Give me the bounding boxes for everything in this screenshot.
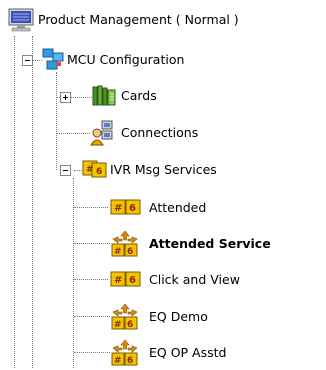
svg-text:6: 6 — [127, 356, 133, 366]
connections-icon — [90, 120, 116, 149]
tree-node-label: IVR Msg Services — [110, 162, 217, 177]
tree-node-eq-demo[interactable]: # 6 EQ Demo — [0, 303, 326, 330]
tree-node-label: Attended — [149, 200, 207, 215]
tree-node-label: Attended Service — [149, 236, 271, 251]
tree-node-cards[interactable]: Cards — [0, 84, 326, 110]
svg-text:#: # — [114, 203, 122, 214]
tree-node-click-and-view[interactable]: # 6 Click and View — [0, 267, 326, 293]
ivr-service-icon: # 6 — [110, 271, 142, 290]
svg-text:#: # — [86, 165, 94, 175]
tree-node-label: MCU Configuration — [67, 52, 185, 67]
tree-node-label: EQ OP Asstd — [149, 345, 227, 360]
svg-text:#: # — [114, 275, 122, 286]
tree-node-connections[interactable]: Connections — [0, 120, 326, 146]
tree-node-label: Click and View — [149, 272, 240, 287]
tree-node-label: Connections — [121, 125, 199, 140]
ivr-services-icon: # 6 — [82, 159, 108, 182]
svg-text:6: 6 — [127, 320, 133, 330]
tree-node-attended[interactable]: # 6 Attended — [0, 195, 326, 221]
svg-text:6: 6 — [129, 203, 136, 214]
ivr-default-service-icon: # 6 — [110, 303, 140, 334]
ivr-default-service-icon: # 6 — [110, 230, 140, 261]
tree-node-label: Cards — [121, 88, 157, 103]
svg-text:#: # — [114, 320, 122, 330]
cards-icon — [92, 84, 116, 111]
tree-node-attended-service[interactable]: # 6 Attended Service — [0, 230, 326, 257]
tree-node-label: EQ Demo — [149, 309, 208, 324]
tree-node-eq-op-asstd[interactable]: # 6 EQ OP Asstd — [0, 339, 326, 366]
svg-text:#: # — [114, 247, 122, 257]
ivr-service-icon: # 6 — [110, 199, 142, 218]
tree-node-ivr-msg-services[interactable]: # 6 IVR Msg Services — [0, 157, 326, 183]
tree-node-mcu-configuration[interactable]: MCU Configuration — [0, 47, 326, 73]
svg-text:6: 6 — [96, 167, 102, 177]
svg-text:6: 6 — [129, 275, 136, 286]
network-icon — [42, 48, 64, 73]
svg-text:#: # — [114, 356, 122, 366]
ivr-default-service-icon: # 6 — [110, 339, 140, 370]
tree-node-product-management[interactable]: Product Management ( Normal ) — [0, 8, 326, 34]
svg-text:6: 6 — [127, 247, 133, 257]
monitor-icon — [8, 8, 34, 35]
tree-node-label: Product Management ( Normal ) — [38, 12, 239, 27]
